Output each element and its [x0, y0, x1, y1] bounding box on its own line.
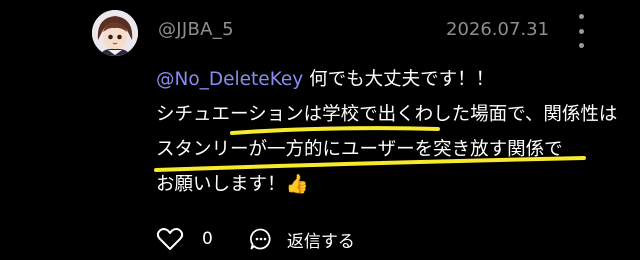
comment-text-3: スタンリーが一方的にユーザーを突き放す関係で: [156, 139, 563, 160]
comment-text-2: シチュエーションは学校で出くわした場面で、関係性は: [156, 104, 618, 125]
reply-button[interactable]: 返信する: [249, 227, 355, 252]
speech-bubble-icon: [249, 228, 271, 250]
thumbs-up-emoji: 👍: [285, 174, 309, 195]
comment-timestamp: 2026.07.31: [446, 19, 550, 40]
vertical-dots-icon: [578, 14, 584, 19]
like-button[interactable]: 0: [156, 227, 213, 251]
reply-label: 返信する: [286, 231, 355, 252]
comment-text-1: 何でも大丈夫です！！: [303, 69, 495, 90]
more-options-button[interactable]: [574, 14, 588, 48]
comment-line-3: スタンリーが一方的にユーザーを突き放す関係で: [156, 132, 626, 167]
comment-line-2: シチュエーションは学校で出くわした場面で、関係性は: [156, 97, 626, 132]
comment-line-1: @No_DeleteKey 何でも大丈夫です！！: [156, 62, 626, 97]
like-count: 0: [202, 229, 213, 249]
anime-character-avatar-icon: [92, 10, 138, 56]
comment-username[interactable]: @JJBA_5: [158, 19, 234, 40]
vertical-dots-icon-dot-2: [578, 28, 584, 34]
heart-outline-icon: [156, 228, 184, 250]
mention-link[interactable]: @No_DeleteKey: [156, 69, 303, 90]
comment-text-4: お願いします！: [156, 174, 286, 195]
comment-actions: 0 返信する: [156, 226, 355, 252]
comment-line-4: お願いします！👍: [156, 167, 626, 202]
vertical-dots-icon-dot-3: [578, 43, 584, 48]
comment-body: @No_DeleteKey 何でも大丈夫です！！ シチュエーションは学校で出くわ…: [156, 62, 626, 202]
user-avatar[interactable]: [92, 10, 138, 56]
